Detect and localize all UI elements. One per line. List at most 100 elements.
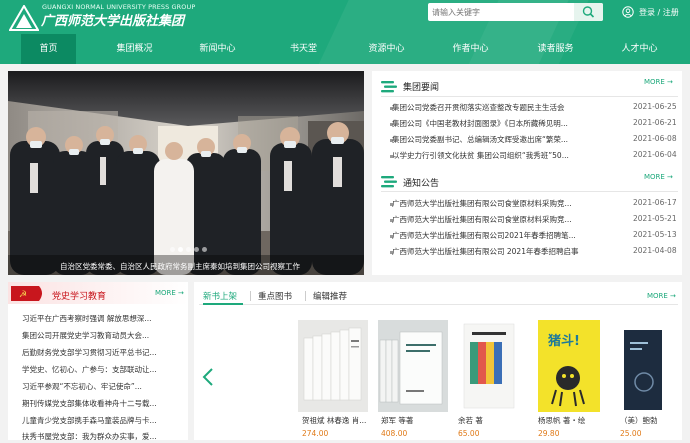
party-list-item[interactable]: 期刊传媒党支部集体收看神舟十二号载... bbox=[22, 398, 180, 410]
slider-dot[interactable] bbox=[202, 247, 207, 252]
news-title[interactable]: 集团公司《中国老教材封面图录》《日本所藏稀见明... bbox=[392, 118, 610, 129]
party-list-item[interactable]: 后勤财务党支部学习贯彻习近平总书记... bbox=[22, 347, 180, 359]
slider-dot[interactable] bbox=[186, 247, 191, 252]
news-title[interactable]: 集团公司党委副书记、总编辑汤文辉受邀出席“繁荣... bbox=[392, 134, 610, 145]
notice-date: 2021-04-08 bbox=[633, 246, 677, 255]
book-price: 408.00 bbox=[381, 429, 408, 438]
slider-dot[interactable] bbox=[170, 247, 175, 252]
notices-title[interactable]: 通知公告 bbox=[403, 176, 439, 189]
book-price: 65.00 bbox=[458, 429, 480, 438]
news-row[interactable]: 集团公司党委副书记、总编辑汤文辉受邀出席“繁荣... 2021-06-08 bbox=[390, 134, 680, 146]
party-list-item[interactable]: 学党史、忆初心、广参与：支部联动让... bbox=[22, 364, 180, 376]
book-cover[interactable] bbox=[458, 320, 520, 412]
tab-separator bbox=[305, 291, 306, 301]
search-icon bbox=[582, 6, 595, 18]
party-item-text[interactable]: 学党史、忆初心、广参与：支部联动让... bbox=[22, 365, 157, 374]
news-date: 2021-06-04 bbox=[633, 150, 677, 159]
party-list-item[interactable]: 习近平在广西考察时强调 解放思想深... bbox=[22, 313, 180, 325]
book-price: 29.80 bbox=[538, 429, 560, 438]
notice-title[interactable]: 广西师范大学出版社集团有限公司食堂原材料采购竞... bbox=[392, 214, 610, 225]
book-cover[interactable] bbox=[378, 320, 448, 412]
svg-text:☭: ☭ bbox=[19, 290, 27, 300]
book-author[interactable]: 余若 著 bbox=[458, 415, 483, 426]
party-item-text[interactable]: 集团公司开展党史学习教育动员大会... bbox=[22, 331, 149, 340]
party-history-title[interactable]: 党史学习教育 bbox=[52, 289, 106, 302]
notice-row[interactable]: 广西师范大学出版社集团有限公司 2021年春季招聘启事 2021-04-08 bbox=[390, 246, 680, 258]
book-cover[interactable]: 猪斗! bbox=[538, 320, 600, 412]
party-list-item[interactable]: 扶秀书屋党支部：我为群众办实事，爱... bbox=[22, 431, 180, 443]
divider bbox=[381, 96, 678, 97]
notice-date: 2021-06-17 bbox=[633, 198, 677, 207]
slider-dots bbox=[170, 247, 210, 253]
tab-key-books[interactable]: 重点图书 bbox=[258, 290, 292, 302]
slider-dot[interactable] bbox=[178, 247, 183, 252]
logo-icon[interactable] bbox=[9, 5, 39, 31]
divider bbox=[199, 304, 678, 305]
book-author[interactable]: 贺祖斌 林春逸 肖... bbox=[302, 415, 366, 426]
news-date: 2021-06-08 bbox=[633, 134, 677, 143]
site-header: GUANGXI NORMAL UNIVERSITY PRESS GROUP 广西… bbox=[0, 0, 690, 64]
news-row[interactable]: 集团公司《中国老教材封面图录》《日本所藏稀见明... 2021-06-21 bbox=[390, 118, 680, 130]
book-author[interactable]: （美）鲍勃 bbox=[620, 415, 658, 426]
book-cover-title: 猪斗! bbox=[548, 334, 580, 349]
divider bbox=[381, 191, 678, 192]
book-price: 274.00 bbox=[302, 429, 329, 438]
party-list-item[interactable]: 儿童青少党支部携手森马童装品牌与卡... bbox=[22, 415, 180, 427]
party-item-text[interactable]: 期刊传媒党支部集体收看神舟十二号载... bbox=[22, 399, 157, 408]
search-input[interactable] bbox=[432, 5, 572, 19]
party-flag-icon: ☭ bbox=[11, 286, 42, 301]
chevron-left-icon[interactable] bbox=[202, 367, 214, 387]
notice-row[interactable]: 广西师范大学出版社集团有限公司2021年春季招聘笔... 2021-05-13 bbox=[390, 230, 680, 242]
book-cover[interactable] bbox=[624, 330, 662, 410]
nav-news-center[interactable]: 新闻中心 bbox=[190, 34, 245, 64]
news-title[interactable]: 以学史力行引领文化扶贫 集团公司组织“我秀班”50... bbox=[392, 150, 610, 161]
logo-chinese-name[interactable]: 广西师范大学出版社集团 bbox=[41, 10, 184, 29]
notices-more-link[interactable]: MORE → bbox=[644, 173, 673, 181]
nav-resource-center[interactable]: 资源中心 bbox=[359, 34, 414, 64]
login-register-label: 登录 / 注册 bbox=[639, 8, 679, 17]
nav-book-heaven[interactable]: 书天堂 bbox=[276, 34, 331, 64]
group-news-more-link[interactable]: MORE → bbox=[644, 78, 673, 86]
party-list-item[interactable]: 习近平参观“不忘初心、牢记使命”... bbox=[22, 381, 180, 393]
nav-reader-service[interactable]: 读者服务 bbox=[528, 34, 583, 64]
book-cover[interactable] bbox=[298, 320, 368, 412]
news-date: 2021-06-21 bbox=[633, 118, 677, 127]
news-date: 2021-06-25 bbox=[633, 102, 677, 111]
user-icon bbox=[622, 6, 634, 18]
book-price: 25.00 bbox=[620, 429, 642, 438]
notice-row[interactable]: 广西师范大学出版社集团有限公司食堂原材料采购竞... 2021-05-21 bbox=[390, 214, 680, 226]
news-list-icon bbox=[381, 81, 397, 93]
nav-group-overview[interactable]: 集团概况 bbox=[107, 34, 162, 64]
notice-date: 2021-05-13 bbox=[633, 230, 677, 239]
tab-new-books[interactable]: 新书上架 bbox=[203, 290, 237, 302]
notice-title[interactable]: 广西师范大学出版社集团有限公司2021年春季招聘笔... bbox=[392, 230, 610, 241]
notice-date: 2021-05-21 bbox=[633, 214, 677, 223]
tab-separator bbox=[250, 291, 251, 301]
nav-home[interactable]: 首页 bbox=[21, 34, 76, 64]
notice-row[interactable]: 广西师范大学出版社集团有限公司食堂原材料采购竞... 2021-06-17 bbox=[390, 198, 680, 210]
news-row[interactable]: 以学史力行引领文化扶贫 集团公司组织“我秀班”50... 2021-06-04 bbox=[390, 150, 680, 162]
hero-photo bbox=[8, 71, 364, 275]
party-item-text[interactable]: 儿童青少党支部携手森马童装品牌与卡... bbox=[22, 416, 157, 425]
news-title[interactable]: 集团公司党委召开贯彻落实巡查整改专题民主生活会 bbox=[392, 102, 610, 113]
books-more-link[interactable]: MORE → bbox=[647, 292, 676, 300]
tab-editor-picks[interactable]: 编辑推荐 bbox=[313, 290, 347, 302]
hero-slider[interactable]: 自治区党委常委、自治区人民政府常务副主席秦如培到集团公司视察工作 bbox=[8, 71, 364, 275]
party-list-item[interactable]: 集团公司开展党史学习教育动员大会... bbox=[22, 330, 180, 342]
group-news-title[interactable]: 集团要闻 bbox=[403, 80, 439, 93]
book-author[interactable]: 杨思帆 著・绘 bbox=[538, 415, 585, 426]
notice-list-icon bbox=[381, 176, 397, 188]
slider-dot[interactable] bbox=[194, 247, 199, 252]
party-item-text[interactable]: 习近平参观“不忘初心、牢记使命”... bbox=[22, 382, 142, 391]
party-more-link[interactable]: MORE → bbox=[155, 289, 184, 297]
book-author[interactable]: 郑军 等著 bbox=[381, 415, 413, 426]
search-button[interactable] bbox=[574, 3, 603, 21]
notice-title[interactable]: 广西师范大学出版社集团有限公司 2021年春季招聘启事 bbox=[392, 246, 610, 257]
party-item-text[interactable]: 后勤财务党支部学习贯彻习近平总书记... bbox=[22, 348, 157, 357]
news-row[interactable]: 集团公司党委召开贯彻落实巡查整改专题民主生活会 2021-06-25 bbox=[390, 102, 680, 114]
nav-talent-center[interactable]: 人才中心 bbox=[612, 34, 667, 64]
nav-author-center[interactable]: 作者中心 bbox=[443, 34, 498, 64]
party-item-text[interactable]: 习近平在广西考察时强调 解放思想深... bbox=[22, 314, 152, 323]
notice-title[interactable]: 广西师范大学出版社集团有限公司食堂原材料采购竞... bbox=[392, 198, 610, 209]
hero-caption[interactable]: 自治区党委常委、自治区人民政府常务副主席秦如培到集团公司视察工作 bbox=[60, 261, 300, 272]
